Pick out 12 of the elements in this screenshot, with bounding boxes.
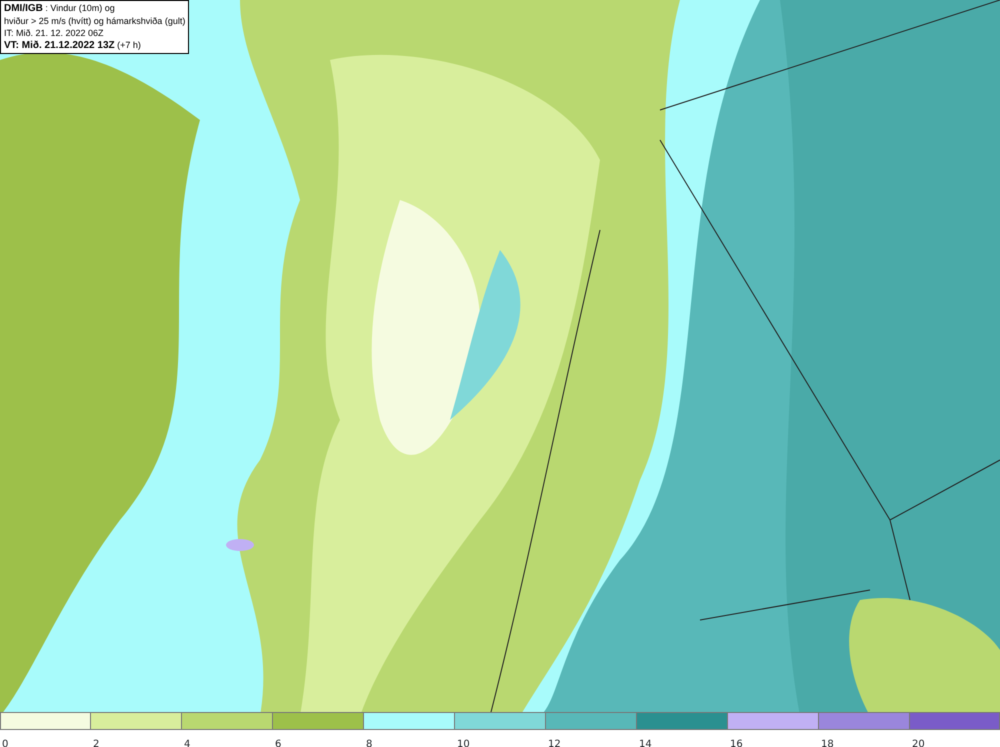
legend-label: 12	[547, 739, 561, 747]
legend-label: 10	[456, 739, 470, 747]
map-title: DMI/IGB : Vindur (10m) og hviður > 25 m/s (hvítt) og hámarkshviða (gult) IT: Mið. 21. 12. 2022 06Z VT: Mið. 21.12.2022 13Z (+7 h)	[0, 0, 190, 54]
legend-label: 18	[820, 739, 834, 747]
legend-label: 16	[729, 739, 743, 747]
legend-label: 0	[1, 739, 8, 747]
legend-label: 20	[911, 739, 925, 747]
legend-label: 2	[92, 739, 100, 747]
legend-label: 8	[365, 739, 372, 747]
legend-label: 6	[274, 739, 282, 747]
legend-label: 4	[183, 739, 190, 747]
legend-label: 14	[638, 739, 652, 747]
